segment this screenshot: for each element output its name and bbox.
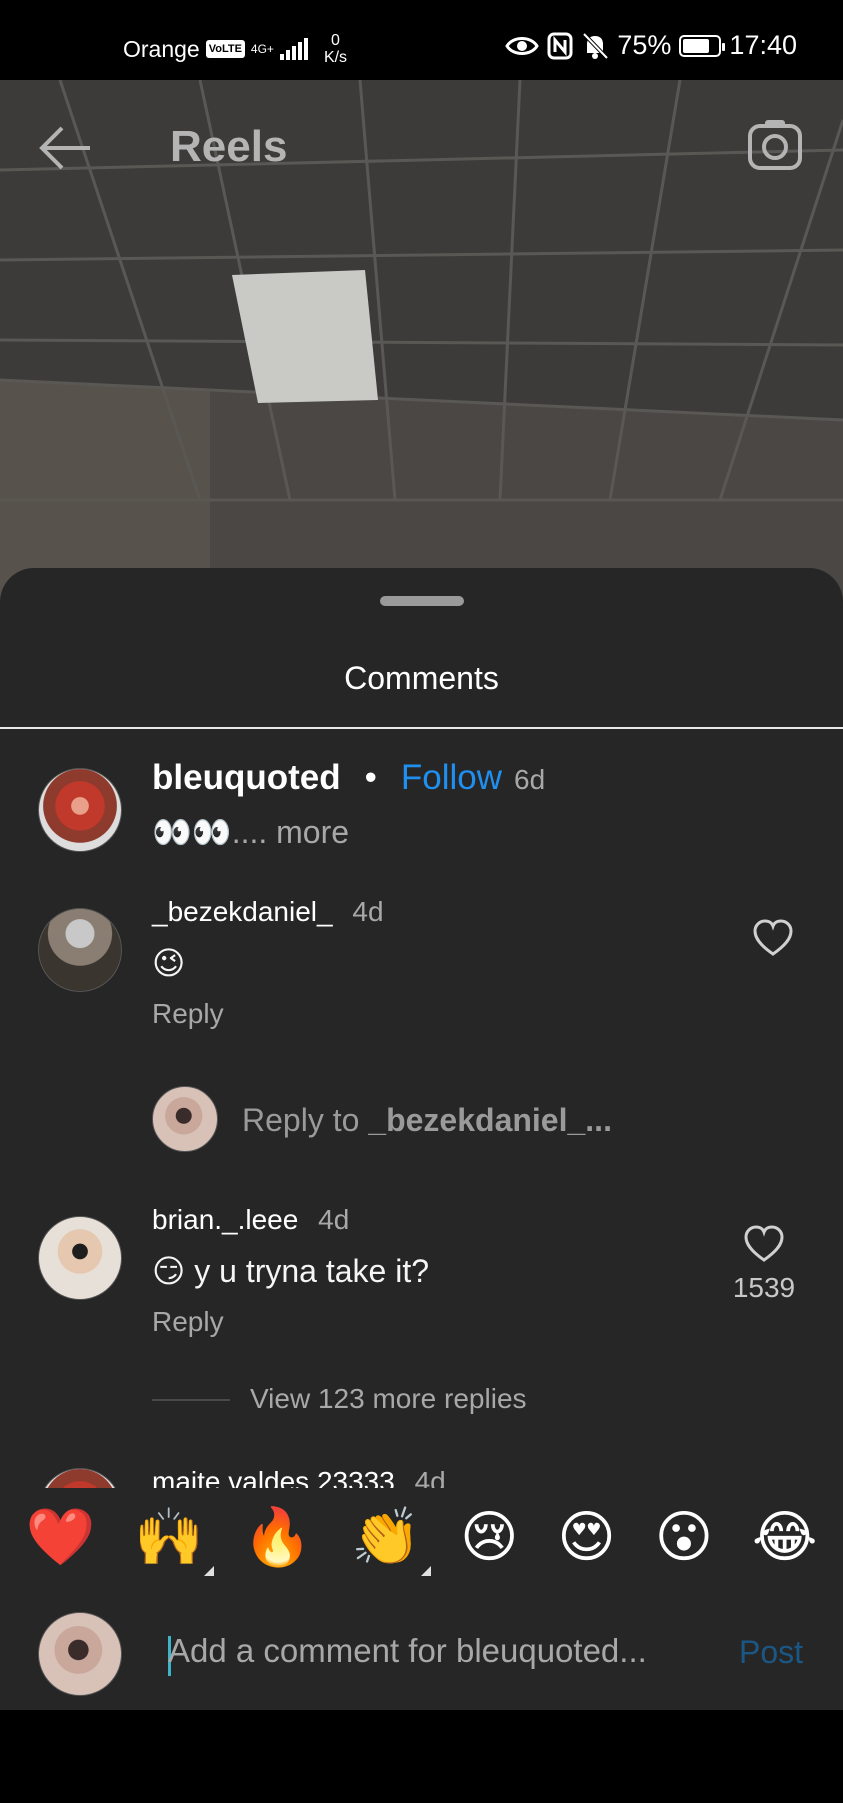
ceiling-background [0,80,843,600]
emoji-heart[interactable]: ❤️ [25,1506,95,1570]
network-type: 4G+ [250,42,274,56]
status-left: Orange VoLTE 4G+ 0 K/s [123,32,347,66]
speed-value: 0 [331,32,340,49]
carrier-label: Orange [123,35,200,62]
comment-header: brian._.leee 4d [152,1204,349,1236]
comment-input[interactable]: Add a comment for bleuquoted... [168,1632,647,1670]
heart-icon[interactable] [743,1224,785,1266]
comment-text: 😉 [152,945,186,981]
next-comment-clip: maite.valdes.23333 4d [0,1458,843,1488]
emoji-raised-hands[interactable]: 🙌 [134,1505,214,1576]
reply-target: _bezekdaniel_... [368,1102,612,1138]
avatar[interactable] [38,768,122,852]
post-age: 6d [514,764,546,795]
like-count: 1539 [732,1272,796,1303]
comment-age: 4d [414,1466,446,1488]
avatar [38,1612,122,1696]
comment-header: maite.valdes.23333 4d [152,1466,446,1488]
comment-age: 4d [352,896,384,927]
skin-tone-indicator [421,1566,432,1576]
comment-username[interactable]: maite.valdes.23333 [152,1466,395,1488]
nfc-icon [547,32,573,59]
reply-prefix: Reply to [242,1102,369,1138]
follow-button[interactable]: Follow [401,758,502,798]
emoji-crying[interactable]: 😢 [460,1506,518,1570]
reply-prompt[interactable]: Reply to _bezekdaniel_... [242,1102,612,1139]
speed-unit: K/s [323,49,348,66]
reel-video[interactable] [0,80,843,600]
emoji-glyph: 🙌 [134,1505,204,1570]
battery-percent: 75% [617,30,672,60]
drag-handle[interactable] [380,596,464,606]
reply-button[interactable]: Reply [152,1306,224,1338]
sheet-title: Comments [344,660,499,696]
skin-tone-indicator [203,1566,214,1576]
comment-text: 😏 y u tryna take it? [152,1253,430,1289]
battery-fill [683,38,709,53]
emoji-clap[interactable]: 👏 [351,1505,432,1576]
view-more-replies[interactable]: View 123 more replies [250,1383,527,1415]
header-divider [0,727,843,729]
back-arrow-icon[interactable] [36,118,96,178]
emoji-fire[interactable]: 🔥 [243,1506,313,1570]
emoji-glyph: 👏 [351,1505,422,1570]
eye-icon [505,36,540,55]
camera-icon[interactable] [745,114,805,174]
post-header: bleuquoted • Follow 6d [152,758,545,798]
replies-line [152,1399,230,1401]
avatar[interactable] [38,1216,122,1300]
reply-button[interactable]: Reply [152,998,224,1030]
network-speed: 0 K/s [324,32,347,66]
emoji-heart-eyes[interactable]: 😍 [557,1506,615,1570]
heart-icon[interactable] [752,918,794,960]
status-bar: Orange VoLTE 4G+ 0 K/s 75% 17:40 [0,0,843,80]
page-title: Reels [170,122,288,171]
signal-icon [279,38,308,60]
clock: 17:40 [729,30,797,60]
post-username[interactable]: bleuquoted [152,758,341,798]
comment-composer: Add a comment for bleuquoted... Post [0,1600,843,1710]
post-button[interactable]: Post [739,1634,803,1671]
emoji-surprised[interactable]: 😮 [655,1506,713,1570]
avatar[interactable] [38,1468,122,1488]
comment-username[interactable]: _bezekdaniel_ [152,896,333,927]
comment-age: 4d [318,1204,350,1235]
volte-badge: VoLTE [205,40,245,58]
avatar[interactable] [38,908,122,992]
comment-username[interactable]: brian._.leee [152,1204,298,1235]
battery-icon [679,34,726,57]
separator-dot: • [364,758,377,797]
post-caption[interactable]: 👀👀.... more [152,813,349,851]
status-right: 75% 17:40 [505,30,797,61]
comment-header: _bezekdaniel_ 4d [152,896,384,928]
bell-muted-icon [582,32,609,59]
avatar [152,1086,218,1152]
emoji-laughing[interactable]: 😂 [752,1506,817,1570]
emoji-bar: ❤️ 🙌 🔥 👏 😢 😍 😮 😂 [0,1490,843,1586]
navigation-bar-area [0,1710,843,1803]
